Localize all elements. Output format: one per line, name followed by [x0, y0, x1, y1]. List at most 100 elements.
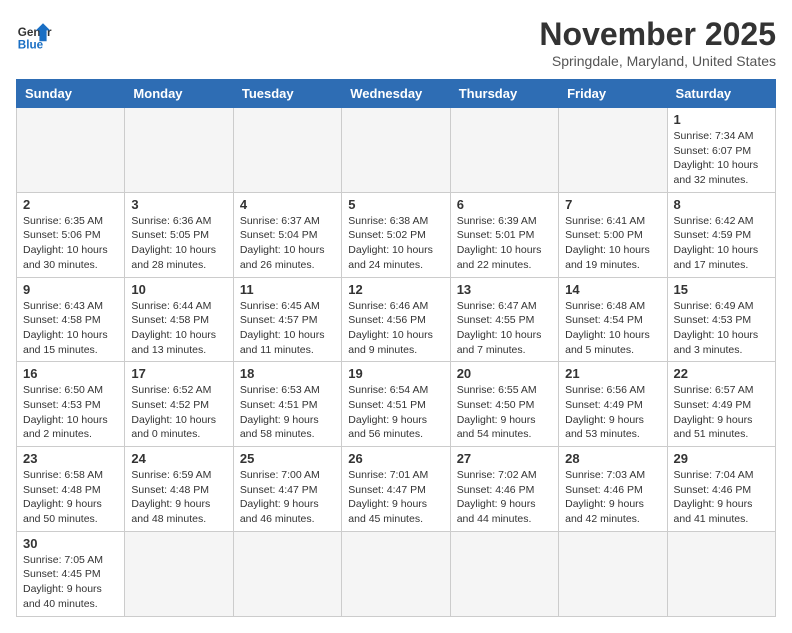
- calendar-subtitle: Springdale, Maryland, United States: [539, 53, 776, 69]
- calendar-cell: 23 Sunrise: 6:58 AM Sunset: 4:48 PM Dayli…: [17, 447, 125, 532]
- day-info: Sunrise: 6:59 AM Sunset: 4:48 PM Dayligh…: [131, 468, 226, 527]
- calendar-cell: 20Sunrise: 6:55 AM Sunset: 4:50 PM Dayli…: [450, 362, 558, 447]
- day-number: 29: [674, 451, 769, 466]
- day-info: Sunrise: 7:05 AM Sunset: 4:45 PM Dayligh…: [23, 553, 118, 612]
- day-number: 11: [240, 282, 335, 297]
- day-number: 14: [565, 282, 660, 297]
- calendar-cell: 19 Sunrise: 6:54 AM Sunset: 4:51 PM Dayli…: [342, 362, 450, 447]
- day-number: 8: [674, 197, 769, 212]
- day-info: Sunrise: 6:52 AM Sunset: 4:52 PM Dayligh…: [131, 383, 226, 442]
- calendar-cell: 4 Sunrise: 6:37 AM Sunset: 5:04 PM Daylig…: [233, 192, 341, 277]
- day-number: 13: [457, 282, 552, 297]
- calendar-cell: [17, 108, 125, 193]
- day-header-thursday: Thursday: [450, 80, 558, 108]
- day-number: 30: [23, 536, 118, 551]
- calendar-cell: 21 Sunrise: 6:56 AM Sunset: 4:49 PM Dayli…: [559, 362, 667, 447]
- day-info: Sunrise: 6:57 AM Sunset: 4:49 PM Dayligh…: [674, 383, 769, 442]
- day-number: 4: [240, 197, 335, 212]
- calendar-cell: 1Sunrise: 7:34 AM Sunset: 6:07 PM Daylig…: [667, 108, 775, 193]
- day-number: 6: [457, 197, 552, 212]
- logo: General Blue: [16, 16, 52, 52]
- calendar-title: November 2025: [539, 16, 776, 53]
- day-info: Sunrise: 7:00 AM Sunset: 4:47 PM Dayligh…: [240, 468, 335, 527]
- calendar-cell: 10 Sunrise: 6:44 AM Sunset: 4:58 PM Dayli…: [125, 277, 233, 362]
- day-info: Sunrise: 6:38 AM Sunset: 5:02 PM Dayligh…: [348, 214, 443, 273]
- day-number: 23: [23, 451, 118, 466]
- calendar-week-row: 16Sunrise: 6:50 AM Sunset: 4:53 PM Dayli…: [17, 362, 776, 447]
- day-info: Sunrise: 6:56 AM Sunset: 4:49 PM Dayligh…: [565, 383, 660, 442]
- day-info: Sunrise: 7:04 AM Sunset: 4:46 PM Dayligh…: [674, 468, 769, 527]
- calendar-cell: 24 Sunrise: 6:59 AM Sunset: 4:48 PM Dayli…: [125, 447, 233, 532]
- calendar-week-row: 2 Sunrise: 6:35 AM Sunset: 5:06 PM Daylig…: [17, 192, 776, 277]
- day-number: 28: [565, 451, 660, 466]
- calendar-cell: 28 Sunrise: 7:03 AM Sunset: 4:46 PM Dayli…: [559, 447, 667, 532]
- calendar-cell: 6Sunrise: 6:39 AM Sunset: 5:01 PM Daylig…: [450, 192, 558, 277]
- day-number: 22: [674, 366, 769, 381]
- day-number: 26: [348, 451, 443, 466]
- calendar-cell: 29 Sunrise: 7:04 AM Sunset: 4:46 PM Dayli…: [667, 447, 775, 532]
- day-info: Sunrise: 6:44 AM Sunset: 4:58 PM Dayligh…: [131, 299, 226, 358]
- day-number: 24: [131, 451, 226, 466]
- day-header-saturday: Saturday: [667, 80, 775, 108]
- calendar-cell: [667, 531, 775, 616]
- calendar-cell: 15Sunrise: 6:49 AM Sunset: 4:53 PM Dayli…: [667, 277, 775, 362]
- calendar-cell: [125, 108, 233, 193]
- title-section: November 2025 Springdale, Maryland, Unit…: [539, 16, 776, 69]
- calendar-cell: 13 Sunrise: 6:47 AM Sunset: 4:55 PM Dayli…: [450, 277, 558, 362]
- calendar-header-row: SundayMondayTuesdayWednesdayThursdayFrid…: [17, 80, 776, 108]
- calendar-cell: 18Sunrise: 6:53 AM Sunset: 4:51 PM Dayli…: [233, 362, 341, 447]
- day-number: 18: [240, 366, 335, 381]
- day-info: Sunrise: 6:54 AM Sunset: 4:51 PM Dayligh…: [348, 383, 443, 442]
- day-info: Sunrise: 6:41 AM Sunset: 5:00 PM Dayligh…: [565, 214, 660, 273]
- day-info: Sunrise: 7:01 AM Sunset: 4:47 PM Dayligh…: [348, 468, 443, 527]
- day-number: 20: [457, 366, 552, 381]
- day-header-monday: Monday: [125, 80, 233, 108]
- calendar-cell: [342, 531, 450, 616]
- day-info: Sunrise: 7:03 AM Sunset: 4:46 PM Dayligh…: [565, 468, 660, 527]
- day-info: Sunrise: 6:46 AM Sunset: 4:56 PM Dayligh…: [348, 299, 443, 358]
- day-info: Sunrise: 6:58 AM Sunset: 4:48 PM Dayligh…: [23, 468, 118, 527]
- day-info: Sunrise: 7:34 AM Sunset: 6:07 PM Dayligh…: [674, 129, 769, 188]
- day-info: Sunrise: 6:36 AM Sunset: 5:05 PM Dayligh…: [131, 214, 226, 273]
- calendar-cell: [559, 108, 667, 193]
- calendar-cell: 7 Sunrise: 6:41 AM Sunset: 5:00 PM Daylig…: [559, 192, 667, 277]
- day-header-sunday: Sunday: [17, 80, 125, 108]
- day-number: 7: [565, 197, 660, 212]
- day-info: Sunrise: 6:48 AM Sunset: 4:54 PM Dayligh…: [565, 299, 660, 358]
- calendar-cell: 22 Sunrise: 6:57 AM Sunset: 4:49 PM Dayli…: [667, 362, 775, 447]
- calendar-cell: [125, 531, 233, 616]
- day-number: 25: [240, 451, 335, 466]
- day-number: 15: [674, 282, 769, 297]
- day-info: Sunrise: 6:43 AM Sunset: 4:58 PM Dayligh…: [23, 299, 118, 358]
- day-number: 17: [131, 366, 226, 381]
- day-number: 2: [23, 197, 118, 212]
- calendar-cell: 2 Sunrise: 6:35 AM Sunset: 5:06 PM Daylig…: [17, 192, 125, 277]
- day-header-friday: Friday: [559, 80, 667, 108]
- calendar-cell: 25 Sunrise: 7:00 AM Sunset: 4:47 PM Dayli…: [233, 447, 341, 532]
- day-number: 16: [23, 366, 118, 381]
- calendar-cell: [450, 531, 558, 616]
- day-info: Sunrise: 6:37 AM Sunset: 5:04 PM Dayligh…: [240, 214, 335, 273]
- calendar-cell: 9 Sunrise: 6:43 AM Sunset: 4:58 PM Daylig…: [17, 277, 125, 362]
- day-number: 21: [565, 366, 660, 381]
- calendar-cell: 11Sunrise: 6:45 AM Sunset: 4:57 PM Dayli…: [233, 277, 341, 362]
- day-number: 5: [348, 197, 443, 212]
- day-number: 9: [23, 282, 118, 297]
- day-number: 19: [348, 366, 443, 381]
- calendar-week-row: 30 Sunrise: 7:05 AM Sunset: 4:45 PM Dayli…: [17, 531, 776, 616]
- day-number: 3: [131, 197, 226, 212]
- day-number: 27: [457, 451, 552, 466]
- calendar-week-row: 9 Sunrise: 6:43 AM Sunset: 4:58 PM Daylig…: [17, 277, 776, 362]
- day-info: Sunrise: 6:47 AM Sunset: 4:55 PM Dayligh…: [457, 299, 552, 358]
- calendar-table: SundayMondayTuesdayWednesdayThursdayFrid…: [16, 79, 776, 617]
- day-info: Sunrise: 7:02 AM Sunset: 4:46 PM Dayligh…: [457, 468, 552, 527]
- day-number: 10: [131, 282, 226, 297]
- day-info: Sunrise: 6:35 AM Sunset: 5:06 PM Dayligh…: [23, 214, 118, 273]
- calendar-cell: [450, 108, 558, 193]
- calendar-cell: 17 Sunrise: 6:52 AM Sunset: 4:52 PM Dayli…: [125, 362, 233, 447]
- calendar-cell: 3 Sunrise: 6:36 AM Sunset: 5:05 PM Daylig…: [125, 192, 233, 277]
- day-header-wednesday: Wednesday: [342, 80, 450, 108]
- day-info: Sunrise: 6:42 AM Sunset: 4:59 PM Dayligh…: [674, 214, 769, 273]
- calendar-cell: [233, 531, 341, 616]
- calendar-cell: 27 Sunrise: 7:02 AM Sunset: 4:46 PM Dayli…: [450, 447, 558, 532]
